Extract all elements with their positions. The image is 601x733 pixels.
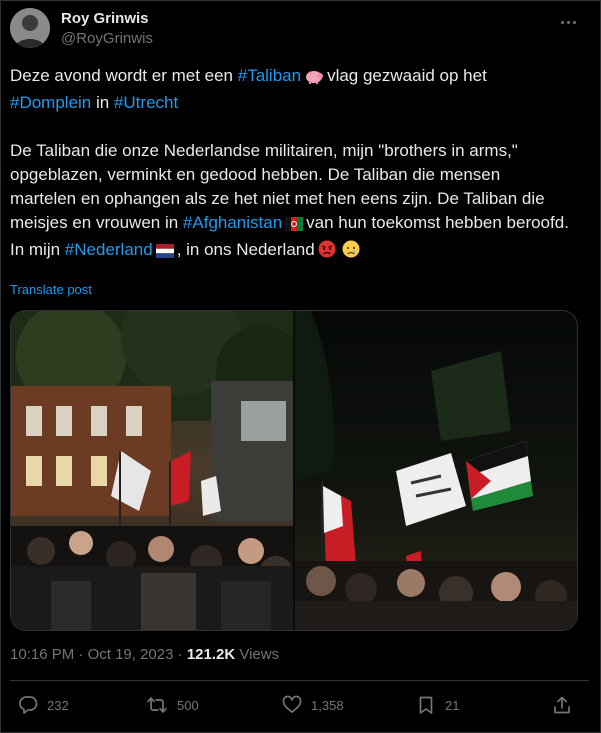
like-count: 1,358: [311, 697, 344, 713]
share-button[interactable]: [552, 694, 572, 716]
hashtag-nederland[interactable]: #Nederland: [65, 240, 153, 259]
like-button[interactable]: 1,358: [282, 694, 344, 716]
netherlands-flag-emoji: [155, 241, 174, 265]
tweet-media[interactable]: [10, 310, 578, 631]
author-name[interactable]: Roy Grinwis: [61, 10, 149, 27]
heart-icon: [282, 695, 302, 715]
hashtag-taliban[interactable]: #Taliban: [238, 66, 301, 85]
tweet-time[interactable]: 10:16 PM: [10, 646, 74, 663]
more-icon: [560, 20, 564, 24]
meta-separator: ·: [173, 646, 187, 663]
views-count: 121.2K: [186, 646, 236, 663]
tweet-text-segment: , in ons Nederland: [176, 240, 315, 259]
tweet-text-segment: In mijn: [10, 240, 65, 259]
media-separator: [293, 311, 295, 630]
angry-face-emoji: [318, 240, 336, 265]
more-icon-dot: [572, 20, 576, 24]
hashtag-afghanistan[interactable]: #Afghanistan: [183, 213, 282, 232]
hashtag-utrecht[interactable]: #Utrecht: [114, 93, 178, 112]
crying-face-emoji: [342, 240, 360, 265]
views-label: Views: [235, 646, 280, 663]
afghanistan-flag-emoji: [285, 214, 304, 238]
repost-button[interactable]: 500: [146, 694, 199, 716]
reply-count: 232: [47, 697, 69, 713]
translate-post-link[interactable]: Translate post: [10, 282, 92, 297]
bookmark-count: 21: [445, 697, 460, 713]
reply-icon: [18, 695, 38, 715]
more-icon-dot: [566, 20, 570, 24]
bookmark-icon: [416, 695, 436, 715]
avatar[interactable]: [10, 8, 50, 48]
meta-separator: ·: [74, 646, 88, 663]
divider: [10, 680, 589, 681]
tweet-paragraph-1: Deze avond wordt er met een #Taliban vlag…: [10, 64, 570, 115]
tweet-text-segment: Deze avond wordt er met een: [10, 66, 238, 85]
repost-count: 500: [177, 697, 199, 713]
share-icon: [552, 695, 572, 715]
hashtag-domplein[interactable]: #Domplein: [10, 93, 91, 112]
tweet-text: Deze avond wordt er met een #Taliban vlag…: [10, 64, 570, 265]
tweet-text-segment: in: [91, 93, 114, 112]
tweet-text-segment: vlag gezwaaid op het: [327, 66, 487, 85]
tweet-date[interactable]: Oct 19, 2023: [88, 646, 174, 663]
repost-icon: [146, 695, 168, 715]
media-photo-right[interactable]: [295, 311, 577, 630]
reply-button[interactable]: 232: [18, 694, 69, 716]
tweet-text-segment: van hun toekomst hebben beroofd.: [306, 213, 569, 232]
media-photo-left[interactable]: [11, 311, 306, 630]
tweet-meta: 10:16 PM · Oct 19, 2023 · 121.2K Views: [10, 646, 279, 663]
more-options-button[interactable]: [554, 12, 582, 32]
pig-emoji: [304, 67, 324, 91]
tweet-paragraph-2: De Taliban die onze Nederlandse militair…: [10, 139, 570, 265]
bookmark-button[interactable]: 21: [416, 694, 459, 716]
author-handle[interactable]: @RoyGrinwis: [61, 30, 153, 47]
